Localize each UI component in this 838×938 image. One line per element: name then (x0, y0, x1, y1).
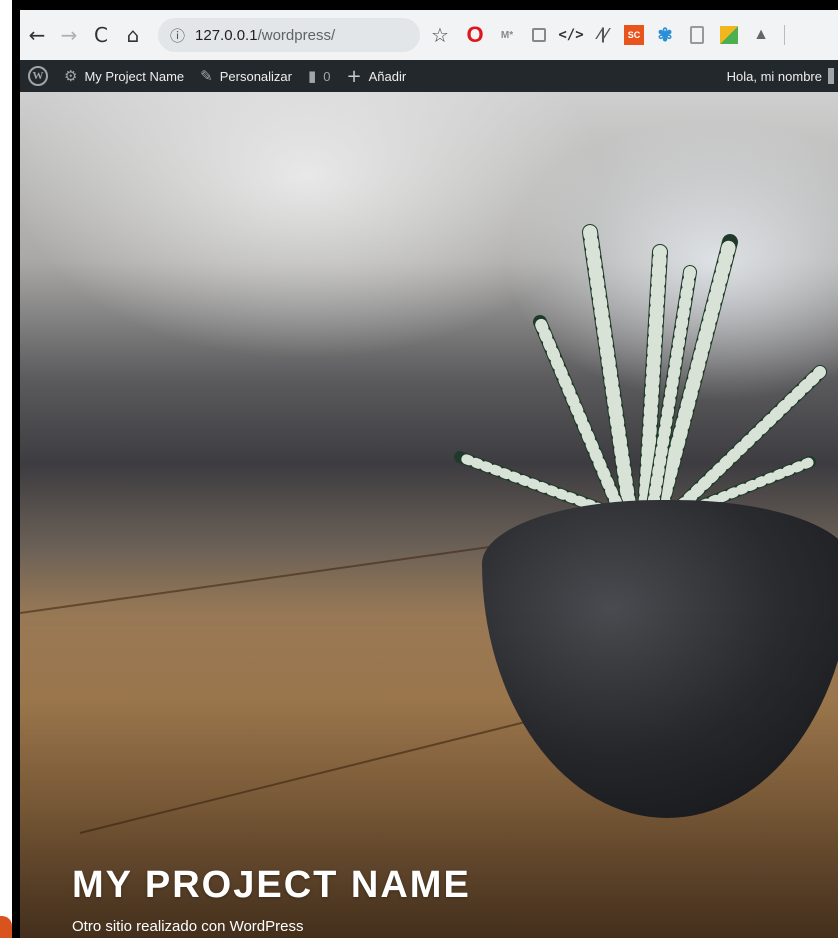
customize-link[interactable]: ✎ Personalizar (192, 60, 300, 92)
home-icon[interactable]: ⌂ (118, 20, 148, 50)
site-title[interactable]: MY PROJECT NAME (72, 864, 471, 907)
sc-extension-icon[interactable]: SC (624, 25, 644, 45)
taskbar-corner (0, 916, 12, 938)
url-host: 127.0.0.1 (195, 26, 258, 44)
document-extension-icon[interactable] (686, 24, 708, 46)
site-info-icon[interactable]: ⓘ (170, 25, 185, 46)
new-content-menu[interactable]: + Añadir (339, 60, 415, 92)
comments-count: 0 (323, 68, 331, 84)
opera-extension-icon[interactable]: O (464, 22, 486, 47)
toolbar-divider (784, 25, 785, 45)
new-content-label: Añadir (368, 68, 407, 84)
site-name-menu[interactable]: ⚙ My Project Name (56, 60, 192, 92)
window-frame-left (0, 0, 12, 938)
customize-label: Personalizar (219, 68, 292, 84)
url-path: /wordpress/ (257, 26, 336, 44)
pulse-extension-icon[interactable]: ⁄|⁄ (592, 24, 614, 46)
brush-icon: ✎ (200, 67, 213, 85)
wp-logo-menu[interactable]: W (20, 60, 56, 92)
browser-toolbar: ← → C ⌂ ⓘ 127.0.0.1/wordpress/ ☆ O M* </… (12, 10, 838, 60)
reload-icon[interactable]: C (86, 20, 116, 50)
wordpress-logo-icon: W (28, 66, 48, 86)
back-icon[interactable]: ← (22, 20, 52, 50)
bookmark-star-icon[interactable]: ☆ (426, 23, 454, 47)
ms-extension-icon[interactable]: M* (496, 24, 518, 46)
blue-extension-icon[interactable]: ✾ (654, 24, 676, 46)
drive-extension-icon[interactable]: ▲ (750, 24, 772, 46)
site-name-label: My Project Name (84, 68, 185, 84)
window-extension-icon[interactable] (528, 24, 550, 46)
hero-shade (20, 92, 838, 938)
address-bar[interactable]: ⓘ 127.0.0.1/wordpress/ (158, 18, 420, 52)
my-account-menu[interactable]: Hola, mi nombre (727, 68, 838, 84)
avatar (828, 68, 834, 84)
comments-link[interactable]: ▮ 0 (300, 60, 339, 92)
code-extension-icon[interactable]: </> (558, 24, 583, 46)
header-hero-image: MY PROJECT NAME Otro sitio realizado con… (12, 92, 838, 938)
window-frame-top (0, 0, 838, 10)
forward-icon[interactable]: → (54, 20, 84, 50)
grid-extension-icon[interactable] (718, 24, 740, 46)
site-tagline: Otro sitio realizado con WordPress (72, 918, 304, 935)
wp-admin-bar: W ⚙ My Project Name ✎ Personalizar ▮ 0 +… (12, 60, 838, 92)
comment-icon: ▮ (308, 67, 317, 85)
greeting-label: Hola, mi nombre (726, 68, 822, 84)
dashboard-icon: ⚙ (64, 67, 78, 85)
plus-icon: + (346, 65, 362, 87)
